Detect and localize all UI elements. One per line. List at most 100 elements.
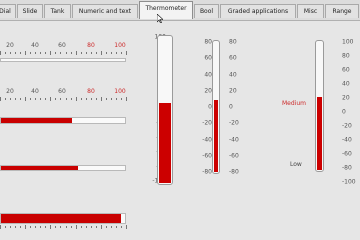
scale-label: -80 [342,164,352,172]
scale-label: -100 [342,178,356,186]
thermometer-panel: 20 40 60 80 100 20 40 60 80 100 100 80 60 4… [0,20,360,240]
scale-tick [0,97,1,101]
tab-graded-applications[interactable]: Graded applications [220,4,296,18]
scale-tick [106,226,107,228]
hgauge2-scale: 20 40 60 80 100 [0,88,140,96]
scale-tick [66,52,67,54]
hgauge2-fill [1,118,72,123]
scale-tick [60,52,61,54]
scale-label: -60 [202,152,212,160]
scale-label: -40 [342,136,352,144]
thermo2-scale-right: 80 60 40 20 0 -20 -40 -60 -80 [229,38,245,176]
scale-tick [5,226,6,228]
scale-tick [40,52,41,54]
hgauge2-track [0,117,126,124]
tab-bool[interactable]: Bool [194,4,219,18]
scale-tick [15,52,16,54]
scale-tick [101,97,102,101]
low-label: Low [290,161,302,168]
tab-range[interactable]: Range [325,4,359,18]
scale-tick [96,52,97,54]
scale-tick [55,52,56,54]
scale-tick [0,225,1,229]
scale-label: 60 [229,54,237,62]
scale-label: -60 [342,150,352,158]
scale-tick [5,98,6,100]
scale-tick [126,97,127,101]
thermo1-tube [157,35,173,185]
scale-label: 40 [342,80,350,88]
thermo3-fill [317,97,322,170]
scale-tick [126,225,127,229]
tab-dial[interactable]: Dial [0,4,16,18]
scale-label: -20 [229,119,239,127]
tab-slide[interactable]: Slide [17,4,43,18]
hgauge3-fill [1,166,78,170]
scale-label: 20 [204,87,212,95]
scale-tick [60,98,61,100]
scale-label: -80 [229,168,239,176]
tab-numeric-and-text[interactable]: Numeric and text [72,4,138,18]
scale-tick [35,98,36,100]
scale-tick [121,226,122,228]
scale-tick [45,52,46,54]
medium-label: Medium [282,100,306,107]
scale-tick [76,225,77,229]
hgauge4-ticks [0,225,127,229]
scale-label: 100 [342,38,354,46]
scale-label: -20 [342,122,352,130]
tab-misc[interactable]: Misc [297,4,324,18]
scale-label: 80 [204,38,212,46]
scale-label: 80 [342,52,350,60]
scale-tick [30,98,31,100]
hgauge1-scale: 20 40 60 80 100 [0,42,140,50]
scale-tick [96,98,97,100]
scale-tick [81,226,82,228]
scale-tick [35,52,36,54]
scale-tick [111,98,112,100]
scale-tick [126,51,127,55]
scale-label: 20 [342,94,350,102]
scale-label: 100 [114,88,126,95]
scale-tick [91,52,92,54]
scale-label: -80 [202,168,212,176]
scale-label: 60 [342,66,350,74]
scale-tick [101,51,102,55]
scale-label: 40 [204,71,212,79]
scale-tick [121,98,122,100]
scale-tick [50,225,51,229]
scale-tick [20,98,21,100]
tab-tank[interactable]: Tank [44,4,71,18]
thermo1-fill [159,103,171,183]
thermo2-tube [212,40,220,174]
scale-tick [60,226,61,228]
scale-tick [111,52,112,54]
scale-tick [20,226,21,228]
scale-label: 80 [229,38,237,46]
scale-tick [50,97,51,101]
scale-label: 60 [58,88,66,95]
thermo2-fill [214,100,218,172]
scale-tick [15,226,16,228]
scale-tick [20,52,21,54]
scale-tick [55,226,56,228]
hgauge1-track [0,58,126,62]
scale-tick [116,226,117,228]
scale-tick [86,52,87,54]
scale-tick [45,98,46,100]
scale-tick [10,98,11,100]
scale-tick [76,51,77,55]
scale-tick [101,225,102,229]
scale-tick [40,98,41,100]
tab-thermometer[interactable]: Thermometer [139,1,193,19]
scale-label: 60 [58,42,66,49]
scale-tick [66,226,67,228]
thermo2-scale-left: 80 60 40 20 0 -20 -40 -60 -80 [196,38,212,176]
scale-label: 20 [6,42,14,49]
scale-label: 80 [87,88,95,95]
scale-tick [25,51,26,55]
scale-tick [15,98,16,100]
scale-tick [50,51,51,55]
hgauge4-fill [1,214,121,223]
scale-tick [76,97,77,101]
